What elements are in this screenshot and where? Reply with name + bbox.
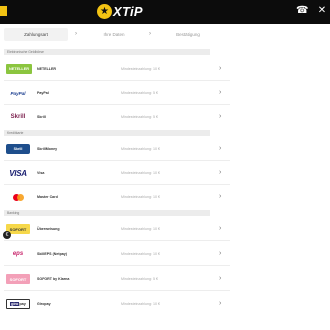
payment-row-ueberweisung[interactable]: SOFORT Überweisung Mindesteinzahlung: 10… — [0, 217, 230, 241]
chevron-right-icon[interactable]: › — [219, 87, 221, 99]
skrill-logo: Skrill — [6, 112, 30, 122]
payment-minimum: Mindesteinzahlung: 10 € — [121, 67, 160, 71]
chevron-right-icon: › — [149, 31, 151, 37]
payment-minimum: Mindesteinzahlung: 10 € — [121, 227, 160, 231]
mastercard-logo — [6, 192, 30, 202]
payment-minimum: Mindesteinzahlung: 10 € — [121, 195, 160, 199]
payment-name: Giropay — [37, 302, 51, 306]
star-icon: ★ — [97, 4, 112, 19]
payment-name: Skrill — [37, 115, 46, 119]
step-bestaetigung[interactable]: Bestätigung — [160, 28, 216, 41]
payment-row-neteller[interactable]: NETELLER NETELLER Mindesteinzahlung: 10 … — [0, 57, 230, 81]
payment-row-sofort-klarna[interactable]: SOFORT SOFORT by Klarna Mindesteinzahlun… — [0, 267, 230, 291]
payment-name: SkrillMoney — [37, 147, 58, 151]
xtip-logo[interactable]: ★ XTiP — [97, 3, 143, 20]
divider — [4, 290, 230, 291]
payment-minimum: Mindesteinzahlung: 10 € — [121, 171, 160, 175]
chat-icon[interactable]: € — [3, 231, 11, 239]
menu-tab-icon[interactable] — [0, 6, 7, 16]
top-bar: ★ XTiP ☎ ✕ — [0, 0, 330, 24]
giropay-logo-right: pay — [19, 302, 26, 306]
payment-minimum: Mindesteinzahlung: 10 € — [121, 147, 160, 151]
chevron-right-icon: › — [75, 31, 77, 37]
phone-icon[interactable]: ☎ — [296, 5, 308, 17]
chevron-right-icon[interactable]: › — [219, 63, 221, 75]
payment-name: NETELLER — [37, 67, 56, 71]
chevron-right-icon[interactable]: › — [219, 273, 221, 285]
visa-logo: VISA — [6, 168, 30, 178]
section-header-ewallet: Elektronische Geldbörse — [4, 49, 210, 55]
payment-row-giropay[interactable]: giro pay Giropay Mindesteinzahlung: 10 € … — [0, 292, 230, 316]
divider — [4, 240, 230, 241]
section-header-creditcard: Kreditkarte — [4, 130, 210, 136]
step-ihre-daten[interactable]: Ihre Daten — [86, 28, 142, 41]
payment-row-eps[interactable]: eps SkillEPS (Netpay) Mindesteinzahlung:… — [0, 242, 230, 266]
payment-row-skrillmoney[interactable]: Skrill SkrillMoney Mindesteinzahlung: 10… — [0, 137, 230, 161]
payment-name: Überweisung — [37, 227, 60, 231]
chevron-right-icon[interactable]: › — [219, 143, 221, 155]
payment-name: SOFORT by Klarna — [37, 277, 70, 281]
payment-minimum: Mindesteinzahlung: 10 € — [121, 302, 160, 306]
payment-name: Master Card — [37, 195, 58, 199]
payment-minimum: Mindesteinzahlung: 5 € — [121, 277, 158, 281]
chevron-right-icon[interactable]: › — [219, 191, 221, 203]
step-zahlungsart[interactable]: Zahlungsart — [4, 28, 68, 41]
chevron-right-icon[interactable]: › — [219, 223, 221, 235]
payment-minimum: Mindesteinzahlung: 10 € — [121, 252, 160, 256]
chevron-right-icon[interactable]: › — [219, 111, 221, 123]
payment-name: PayPal — [37, 91, 49, 95]
payment-minimum: Mindesteinzahlung: 5 € — [121, 115, 158, 119]
mastercard-orange-circle — [16, 193, 24, 201]
logo-text: XTiP — [113, 4, 143, 19]
divider — [4, 265, 230, 266]
paypal-logo: PayPal — [6, 88, 30, 98]
klarna-logo: SOFORT — [6, 274, 30, 284]
giropay-logo: giro pay — [6, 299, 30, 309]
checkout-steps: Zahlungsart › Ihre Daten › Bestätigung — [0, 24, 210, 45]
payment-row-visa[interactable]: VISA Visa Mindesteinzahlung: 10 € › — [0, 161, 230, 185]
payment-name: Visa — [37, 171, 45, 175]
skrillmoney-logo: Skrill — [6, 144, 30, 154]
chevron-right-icon[interactable]: › — [219, 248, 221, 260]
neteller-logo: NETELLER — [6, 64, 32, 74]
payment-row-paypal[interactable]: PayPal PayPal Mindesteinzahlung: 5 € › — [0, 81, 230, 105]
close-icon[interactable]: ✕ — [316, 5, 328, 17]
payment-row-skrill[interactable]: Skrill Skrill Mindesteinzahlung: 5 € › — [0, 105, 230, 129]
eps-logo: eps — [6, 249, 30, 259]
payment-row-mastercard[interactable]: Master Card Mindesteinzahlung: 10 € › — [0, 185, 230, 209]
section-header-banking: Banking — [4, 210, 210, 216]
payment-minimum: Mindesteinzahlung: 5 € — [121, 91, 158, 95]
chevron-right-icon[interactable]: › — [219, 167, 221, 179]
giropay-logo-left: giro — [10, 302, 20, 306]
payment-name: SkillEPS (Netpay) — [37, 252, 67, 256]
chevron-right-icon[interactable]: › — [219, 298, 221, 310]
